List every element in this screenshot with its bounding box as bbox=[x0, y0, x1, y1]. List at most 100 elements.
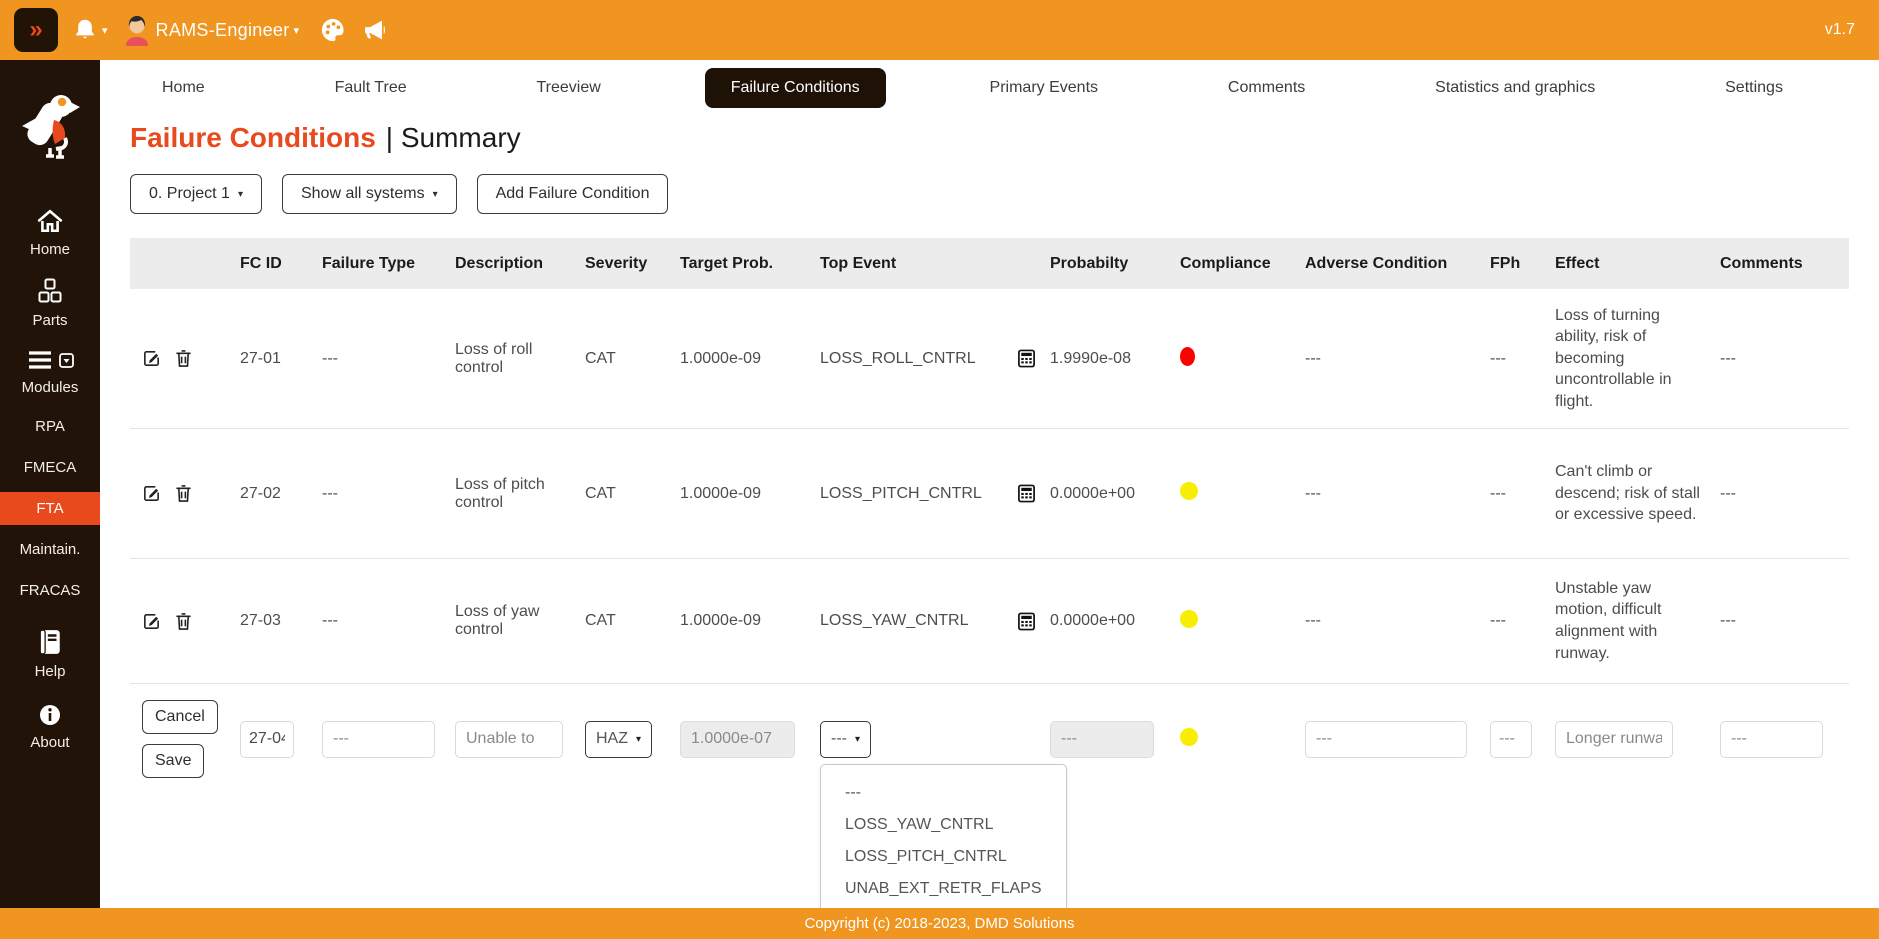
table-row: 27-02 --- Loss of pitch control CAT 1.00… bbox=[130, 429, 1849, 559]
sidebar-item-parts[interactable]: Parts bbox=[0, 268, 100, 339]
effect-input[interactable] bbox=[1555, 721, 1673, 758]
modules-dropdown-icon[interactable] bbox=[59, 353, 74, 372]
theme-palette-icon[interactable] bbox=[319, 16, 347, 44]
cancel-button[interactable]: Cancel bbox=[142, 700, 218, 734]
top-bar: » ▾ RAMS-Engineer ▾ v1.7 bbox=[0, 0, 1879, 60]
sidebar-expand-button[interactable]: » bbox=[14, 8, 58, 52]
calculator-icon[interactable] bbox=[1017, 349, 1036, 368]
tab-failure-conditions[interactable]: Failure Conditions bbox=[705, 68, 886, 108]
sidebar-item-fmeca[interactable]: FMECA bbox=[0, 447, 100, 488]
dropdown-option[interactable]: LOSS_YAW_CNTRL bbox=[821, 809, 1066, 841]
fph-cell: --- bbox=[1490, 612, 1555, 630]
comments-input[interactable] bbox=[1720, 721, 1823, 758]
calculator-icon[interactable] bbox=[1017, 612, 1036, 631]
tab-treeview[interactable]: Treeview bbox=[511, 68, 627, 108]
fph-input[interactable] bbox=[1490, 721, 1532, 758]
edit-row-icon[interactable] bbox=[142, 349, 161, 368]
severity-cell: CAT bbox=[585, 350, 680, 368]
sidebar-item-fracas[interactable]: FRACAS bbox=[0, 570, 100, 611]
page-subtitle: | Summary bbox=[386, 122, 521, 154]
top-event-select[interactable]: ---▾ bbox=[820, 721, 871, 758]
compliance-status-dot bbox=[1180, 610, 1198, 628]
dropdown-option[interactable]: LOSS_PITCH_CNTRL bbox=[821, 841, 1066, 873]
adverse-condition-input[interactable] bbox=[1305, 721, 1467, 758]
tab-statistics-and-graphics[interactable]: Statistics and graphics bbox=[1409, 68, 1621, 108]
probability-cell: 1.9990e-08 bbox=[1050, 350, 1180, 368]
dropdown-option[interactable]: UNAB_EXT_RETR_FLAPS bbox=[821, 873, 1066, 905]
fph-cell: --- bbox=[1490, 350, 1555, 368]
tab-primary-events[interactable]: Primary Events bbox=[964, 68, 1124, 108]
bell-icon bbox=[72, 17, 98, 43]
top-event-cell: LOSS_PITCH_CNTRL bbox=[820, 485, 982, 503]
top-event-cell: LOSS_ROLL_CNTRL bbox=[820, 350, 976, 368]
failure-type-cell: --- bbox=[322, 612, 455, 630]
comments-cell: --- bbox=[1720, 612, 1849, 630]
calculator-icon[interactable] bbox=[1017, 484, 1036, 503]
fc-id-cell: 27-01 bbox=[240, 350, 322, 368]
description-cell: Loss of roll control bbox=[455, 341, 585, 377]
copyright-text: Copyright (c) 2018-2023, DMD Solutions bbox=[804, 915, 1074, 932]
new-failure-condition-form-row: Cancel Save HAZ▾ ---▾ --- LOSS_YAW_CNTRL bbox=[130, 700, 1849, 778]
fc-id-cell: 27-03 bbox=[240, 612, 322, 630]
comments-cell: --- bbox=[1720, 350, 1849, 368]
add-failure-condition-button[interactable]: Add Failure Condition bbox=[477, 174, 669, 214]
effect-cell: Loss of turning ability, risk of becomin… bbox=[1555, 295, 1720, 423]
sidebar-item-rpa[interactable]: RPA bbox=[0, 406, 100, 447]
cubes-icon bbox=[37, 278, 63, 308]
chevron-down-icon: ▾ bbox=[636, 734, 641, 745]
top-event-cell: LOSS_YAW_CNTRL bbox=[820, 612, 968, 630]
delete-row-icon[interactable] bbox=[175, 349, 192, 368]
module-nav-tabs: Home Fault Tree Treeview Failure Conditi… bbox=[100, 60, 1879, 116]
user-menu[interactable]: RAMS-Engineer ▾ bbox=[122, 14, 299, 46]
announcements-megaphone-icon[interactable] bbox=[361, 16, 389, 44]
effect-cell: Can't climb or descend; risk of stall or… bbox=[1555, 451, 1720, 536]
severity-select[interactable]: HAZ▾ bbox=[585, 721, 652, 758]
delete-row-icon[interactable] bbox=[175, 612, 192, 631]
edit-row-icon[interactable] bbox=[142, 484, 161, 503]
severity-cell: CAT bbox=[585, 485, 680, 503]
target-prob-cell: 1.0000e-09 bbox=[680, 612, 820, 630]
avatar bbox=[122, 14, 152, 46]
chevron-down-icon: ▾ bbox=[238, 189, 243, 200]
book-icon bbox=[38, 629, 62, 659]
table-row: 27-01 --- Loss of roll control CAT 1.000… bbox=[130, 289, 1849, 429]
dropdown-option[interactable]: --- bbox=[821, 777, 1066, 809]
sidebar-item-fta[interactable]: FTA bbox=[0, 492, 100, 525]
hamburger-icon bbox=[27, 349, 53, 375]
table-row: 27-03 --- Loss of yaw control CAT 1.0000… bbox=[130, 559, 1849, 684]
sidebar-item-home[interactable]: Home bbox=[0, 199, 100, 268]
systems-filter-button[interactable]: Show all systems▾ bbox=[282, 174, 457, 214]
delete-row-icon[interactable] bbox=[175, 484, 192, 503]
tab-comments[interactable]: Comments bbox=[1202, 68, 1331, 108]
save-button[interactable]: Save bbox=[142, 744, 204, 778]
user-name: RAMS-Engineer bbox=[156, 20, 290, 41]
description-cell: Loss of yaw control bbox=[455, 603, 585, 639]
target-prob-cell: 1.0000e-09 bbox=[680, 350, 820, 368]
tab-home[interactable]: Home bbox=[136, 68, 231, 108]
sidebar-item-modules[interactable]: Modules bbox=[0, 339, 100, 406]
edit-row-icon[interactable] bbox=[142, 612, 161, 631]
comments-cell: --- bbox=[1720, 485, 1849, 503]
project-select-button[interactable]: 0. Project 1▾ bbox=[130, 174, 262, 214]
fc-id-cell: 27-02 bbox=[240, 485, 322, 503]
probability-cell: 0.0000e+00 bbox=[1050, 612, 1180, 630]
home-icon bbox=[37, 209, 63, 237]
tab-settings[interactable]: Settings bbox=[1699, 68, 1809, 108]
probability-cell: 0.0000e+00 bbox=[1050, 485, 1180, 503]
toolbar: 0. Project 1▾ Show all systems▾ Add Fail… bbox=[100, 154, 1879, 214]
description-input[interactable] bbox=[455, 721, 563, 758]
tab-fault-tree[interactable]: Fault Tree bbox=[309, 68, 433, 108]
compliance-status-dot bbox=[1180, 347, 1195, 366]
sidebar-item-maintain[interactable]: Maintain. bbox=[0, 529, 100, 570]
compliance-status-dot bbox=[1180, 728, 1198, 746]
app-logo-bird bbox=[16, 88, 84, 165]
failure-type-input[interactable] bbox=[322, 721, 435, 758]
page-title: Failure Conditions bbox=[130, 122, 376, 154]
sidebar-item-about[interactable]: About bbox=[0, 694, 100, 761]
sidebar-item-help[interactable]: Help bbox=[0, 619, 100, 690]
fc-id-input[interactable] bbox=[240, 721, 294, 758]
description-cell: Loss of pitch control bbox=[455, 476, 585, 512]
notifications-menu[interactable]: ▾ bbox=[72, 17, 108, 43]
probability-input bbox=[1050, 721, 1154, 758]
main-content: Home Fault Tree Treeview Failure Conditi… bbox=[100, 60, 1879, 908]
